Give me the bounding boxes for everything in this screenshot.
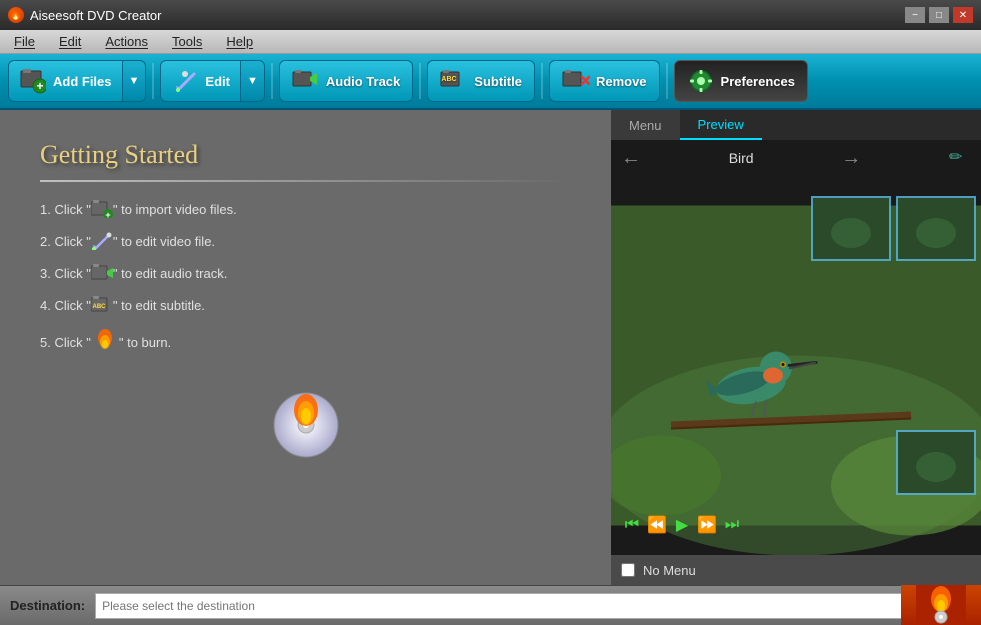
menu-bar: File Edit Actions Tools Help [0,30,981,54]
audio-track-icon [292,67,320,95]
next-arrow[interactable]: → [841,147,861,170]
right-panel: Menu Preview ← Bird → ✏ [611,110,981,585]
step-5-number: 5. Click " [40,335,91,350]
step-4-icon: ABC [91,296,113,314]
preview-title: Bird [729,150,754,166]
step-3: 3. Click " " to edit audio track. [40,264,571,282]
step-1-suffix: " to import video files. [113,202,237,217]
thumbnail-1[interactable] [811,196,891,261]
menu-edit[interactable]: Edit [49,32,91,51]
app-icon: 🔥 [8,7,24,23]
step-5-suffix: " to burn. [119,335,171,350]
sep5 [666,63,668,99]
menu-actions[interactable]: Actions [95,32,158,51]
skip-to-start-button[interactable]: ⏮ [621,516,643,534]
sep4 [541,63,543,99]
remove-icon [562,67,590,95]
prev-arrow[interactable]: ← [621,147,641,170]
no-menu-checkbox[interactable] [621,563,635,577]
preview-tabs: Menu Preview [611,110,981,140]
step-3-suffix: " to edit audio track. [113,266,227,281]
minimize-button[interactable]: − [905,7,925,23]
preview-controls: ← Bird → ✏ [611,140,981,176]
thumbnail-2[interactable] [896,196,976,261]
sep3 [419,63,421,99]
step-2-suffix: " to edit video file. [113,234,215,249]
step-4-suffix: " to edit subtitle. [113,298,205,313]
sep1 [152,63,154,99]
no-menu-bar: No Menu [611,555,981,585]
edit-label: Edit [205,74,230,89]
getting-started-title: Getting Started [40,140,571,170]
preferences-button[interactable]: Preferences [674,60,808,102]
subtitle-label: Subtitle [474,74,522,89]
thumbnail-3[interactable] [896,430,976,495]
app-title: Aiseesoft DVD Creator [30,8,162,23]
play-button[interactable]: ▶ [671,515,693,535]
svg-text:+: + [36,79,43,93]
menu-help[interactable]: Help [216,32,263,51]
preferences-icon [687,67,715,95]
step-3-icon [91,264,113,282]
remove-label: Remove [596,74,647,89]
menu-file[interactable]: File [4,32,45,51]
step-2: 2. Click " " to edit video file. [40,232,571,250]
edit-icon [171,67,199,95]
add-files-dropdown[interactable]: ▼ [122,60,147,102]
main-area: Getting Started 1. Click " + " to import… [0,110,981,585]
step-4: 4. Click " ABC " to edit subtitle. [40,296,571,314]
add-files-main[interactable]: + Add Files [8,60,122,102]
remove-button[interactable]: Remove [549,60,660,102]
divider [40,180,571,182]
svg-text:ABC: ABC [442,76,457,83]
edit-main[interactable]: Edit [160,60,240,102]
title-bar: 🔥 Aiseesoft DVD Creator − □ ✕ [0,0,981,30]
skip-to-end-button[interactable]: ⏭ [721,516,743,534]
step-1-icon: + [91,200,113,218]
burn-button-icon [916,585,966,625]
add-files-label: Add Files [53,74,112,89]
step-2-icon [91,232,113,250]
left-panel: Getting Started 1. Click " + " to import… [0,110,611,585]
edit-button[interactable]: Edit ▼ [160,60,264,102]
destination-label: Destination: [10,598,85,613]
tab-preview[interactable]: Preview [680,110,762,140]
no-menu-label: No Menu [643,563,696,578]
edit-dropdown[interactable]: ▼ [240,60,265,102]
step-2-number: 2. Click " [40,234,91,249]
maximize-button[interactable]: □ [929,7,949,23]
tab-menu[interactable]: Menu [611,110,680,140]
title-bar-left: 🔥 Aiseesoft DVD Creator [8,7,162,23]
step-1: 1. Click " + " to import video files. [40,200,571,218]
svg-text:ABC: ABC [92,304,106,310]
title-bar-controls: − □ ✕ [905,7,973,23]
destination-input[interactable] [95,593,937,619]
disc-icon [266,380,346,460]
playback-controls: ⏮ ⏪ ▶ ⏩ ⏭ [621,515,743,535]
svg-text:+: + [105,210,110,218]
menu-tools[interactable]: Tools [162,32,212,51]
audio-track-button[interactable]: Audio Track [279,60,413,102]
audio-track-label: Audio Track [326,74,400,89]
edit-preview-icon[interactable]: ✏ [949,147,971,169]
step-1-number: 1. Click " [40,202,91,217]
preferences-label: Preferences [721,74,795,89]
step-4-number: 4. Click " [40,298,91,313]
step-5-icon [91,328,119,356]
fast-forward-button[interactable]: ⏩ [696,515,718,535]
subtitle-button[interactable]: ABC Subtitle [427,60,535,102]
toolbar: + Add Files ▼ Edit ▼ [0,54,981,110]
close-button[interactable]: ✕ [953,7,973,23]
burn-button[interactable] [901,585,981,625]
rewind-button[interactable]: ⏪ [646,515,668,535]
sep2 [271,63,273,99]
add-files-button[interactable]: + Add Files ▼ [8,60,146,102]
step-3-number: 3. Click " [40,266,91,281]
preview-canvas: ⏮ ⏪ ▶ ⏩ ⏭ [611,176,981,555]
add-files-icon: + [19,67,47,95]
bottom-bar: Destination: ▼ [0,585,981,625]
subtitle-icon: ABC [440,67,468,95]
step-5: 5. Click " " to burn. [40,328,571,356]
